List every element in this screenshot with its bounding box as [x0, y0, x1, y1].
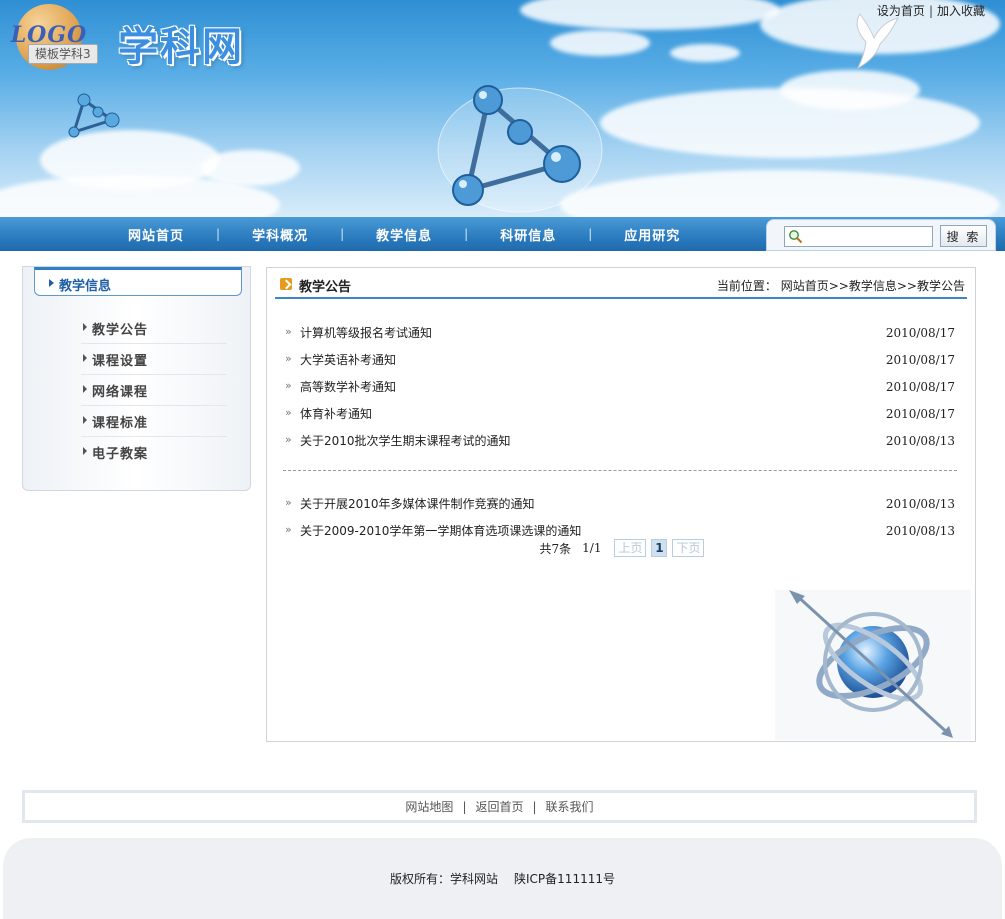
news-date: 2010/08/13 — [885, 524, 955, 538]
breadcrumb-sep: >> — [896, 279, 917, 293]
double-chevron-icon: » — [285, 523, 292, 536]
news-title[interactable]: 大学英语补考通知 — [300, 351, 396, 368]
main-panel: 教学公告 当前位置： 网站首页>>教学信息>>教学公告 » 计算机等级报名考试通知… — [266, 267, 976, 742]
news-date: 2010/08/17 — [885, 326, 955, 340]
arrow-right-icon — [49, 279, 54, 287]
sidebar-item-lesson-plans[interactable]: 电子教案 — [81, 437, 227, 468]
current-page-button[interactable]: 1 — [651, 539, 668, 557]
sidebar: 教学信息 教学公告 课程设置 网络课程 课程标准 电子教案 — [22, 266, 251, 491]
triangle-right-icon — [83, 354, 87, 362]
double-chevron-icon: » — [285, 325, 292, 338]
nav-item-home[interactable]: 网站首页 — [96, 225, 216, 244]
main-header: 教学公告 当前位置： 网站首页>>教学信息>>教学公告 — [275, 268, 967, 299]
search-box: 搜 索 — [766, 219, 996, 251]
sidebar-item-online-courses[interactable]: 网络课程 — [81, 375, 227, 406]
double-chevron-icon: » — [285, 496, 292, 509]
logo-tag: 模板学科3 — [28, 44, 98, 64]
icp-text: 陕ICP备111111号 — [514, 872, 615, 886]
sidebar-item-announcements[interactable]: 教学公告 — [81, 313, 227, 344]
breadcrumb-home[interactable]: 网站首页 — [781, 279, 829, 293]
news-title[interactable]: 计算机等级报名考试通知 — [300, 324, 432, 341]
next-page-button[interactable]: 下页 — [672, 539, 705, 557]
list-divider — [283, 452, 957, 471]
separator: | — [928, 4, 933, 18]
arrow-box-icon — [280, 278, 292, 290]
news-title[interactable]: 关于2009-2010学年第一学期体育选项课选课的通知 — [300, 522, 581, 539]
list-item: » 计算机等级报名考试通知 2010/08/17 — [283, 319, 957, 346]
sidebar-header: 教学信息 — [34, 267, 242, 296]
nav-item-application[interactable]: 应用研究 — [592, 225, 712, 244]
separator: | — [462, 799, 467, 814]
small-molecule-icon — [68, 93, 120, 138]
sidebar-item-label[interactable]: 课程标准 — [92, 412, 148, 431]
news-title[interactable]: 体育补考通知 — [300, 405, 372, 422]
separator: | — [532, 799, 537, 814]
nav-item-overview[interactable]: 学科概况 — [220, 225, 340, 244]
breadcrumb-prefix: 当前位置： — [716, 279, 777, 293]
list-item: » 大学英语补考通知 2010/08/17 — [283, 346, 957, 373]
news-title[interactable]: 关于2010批次学生期末课程考试的通知 — [300, 432, 511, 449]
sidebar-item-label[interactable]: 教学公告 — [92, 319, 148, 338]
page-title: 教学公告 — [299, 280, 352, 295]
news-date: 2010/08/13 — [885, 497, 955, 511]
news-date: 2010/08/17 — [885, 380, 955, 394]
pagination: 共7条 1/1 上页 1 下页 — [267, 539, 975, 557]
search-input[interactable] — [784, 226, 933, 247]
nav-item-research[interactable]: 科研信息 — [468, 225, 588, 244]
site-title: 学科网 — [118, 24, 244, 70]
search-button[interactable]: 搜 索 — [940, 225, 987, 247]
list-item: » 关于开展2010年多媒体课件制作竞赛的通知 2010/08/13 — [283, 490, 957, 517]
sidebar-item-standards[interactable]: 课程标准 — [81, 406, 227, 437]
double-chevron-icon: » — [285, 433, 292, 446]
set-homepage-link[interactable]: 设为首页 — [877, 4, 925, 18]
list-item: » 高等数学补考通知 2010/08/17 — [283, 373, 957, 400]
search-icon — [789, 230, 803, 244]
molecule-icon — [437, 85, 603, 213]
news-title[interactable]: 高等数学补考通知 — [300, 378, 396, 395]
news-date: 2010/08/13 — [885, 434, 955, 448]
list-item: » 体育补考通知 2010/08/17 — [283, 400, 957, 427]
add-favorite-link[interactable]: 加入收藏 — [937, 4, 985, 18]
breadcrumb-teaching[interactable]: 教学信息 — [849, 279, 897, 293]
nav-item-teaching[interactable]: 教学信息 — [344, 225, 464, 244]
globe-icon — [775, 590, 971, 740]
news-date: 2010/08/17 — [885, 407, 955, 421]
triangle-right-icon — [83, 416, 87, 424]
double-chevron-icon: » — [285, 352, 292, 365]
double-chevron-icon: » — [285, 406, 292, 419]
sidebar-item-curriculum[interactable]: 课程设置 — [81, 344, 227, 375]
news-title[interactable]: 关于开展2010年多媒体课件制作竞赛的通知 — [300, 495, 535, 512]
dove-icon — [856, 13, 899, 70]
breadcrumb: 当前位置： 网站首页>>教学信息>>教学公告 — [717, 277, 965, 294]
prev-page-button[interactable]: 上页 — [614, 539, 647, 557]
sidebar-item-label[interactable]: 网络课程 — [92, 381, 148, 400]
sidebar-list: 教学公告 课程设置 网络课程 课程标准 电子教案 — [81, 313, 227, 468]
top-links: 设为首页 | 加入收藏 — [877, 2, 985, 19]
sidebar-item-label[interactable]: 电子教案 — [92, 443, 148, 462]
sidebar-title: 教学信息 — [59, 279, 112, 294]
pager-pages: 1/1 — [582, 541, 602, 555]
copyright-bar: 版权所有：学科网站 陕ICP备111111号 — [3, 838, 1002, 919]
footer-links: 网站地图 | 返回首页 | 联系我们 — [22, 790, 977, 823]
breadcrumb-current[interactable]: 教学公告 — [917, 279, 965, 293]
banner: LOGO 模板学科3 学科网 设为首页 | 加入收藏 — [0, 0, 1005, 217]
list-item: » 关于2010批次学生期末课程考试的通知 2010/08/13 — [283, 427, 957, 454]
news-list: » 计算机等级报名考试通知 2010/08/17 » 大学英语补考通知 2010/08/… — [283, 319, 957, 544]
copyright-text: 版权所有：学科网站 — [390, 872, 499, 886]
triangle-right-icon — [83, 447, 87, 455]
sitemap-link[interactable]: 网站地图 — [405, 798, 453, 815]
back-home-link[interactable]: 返回首页 — [475, 798, 523, 815]
news-date: 2010/08/17 — [885, 353, 955, 367]
triangle-right-icon — [83, 385, 87, 393]
pager-total: 共7条 — [539, 541, 572, 556]
double-chevron-icon: » — [285, 379, 292, 392]
nav-items: 网站首页 | 学科概况 | 教学信息 | 科研信息 | 应用研究 — [96, 217, 712, 251]
breadcrumb-sep: >> — [828, 279, 849, 293]
triangle-right-icon — [83, 323, 87, 331]
contact-link[interactable]: 联系我们 — [546, 798, 594, 815]
sidebar-item-label[interactable]: 课程设置 — [92, 350, 148, 369]
